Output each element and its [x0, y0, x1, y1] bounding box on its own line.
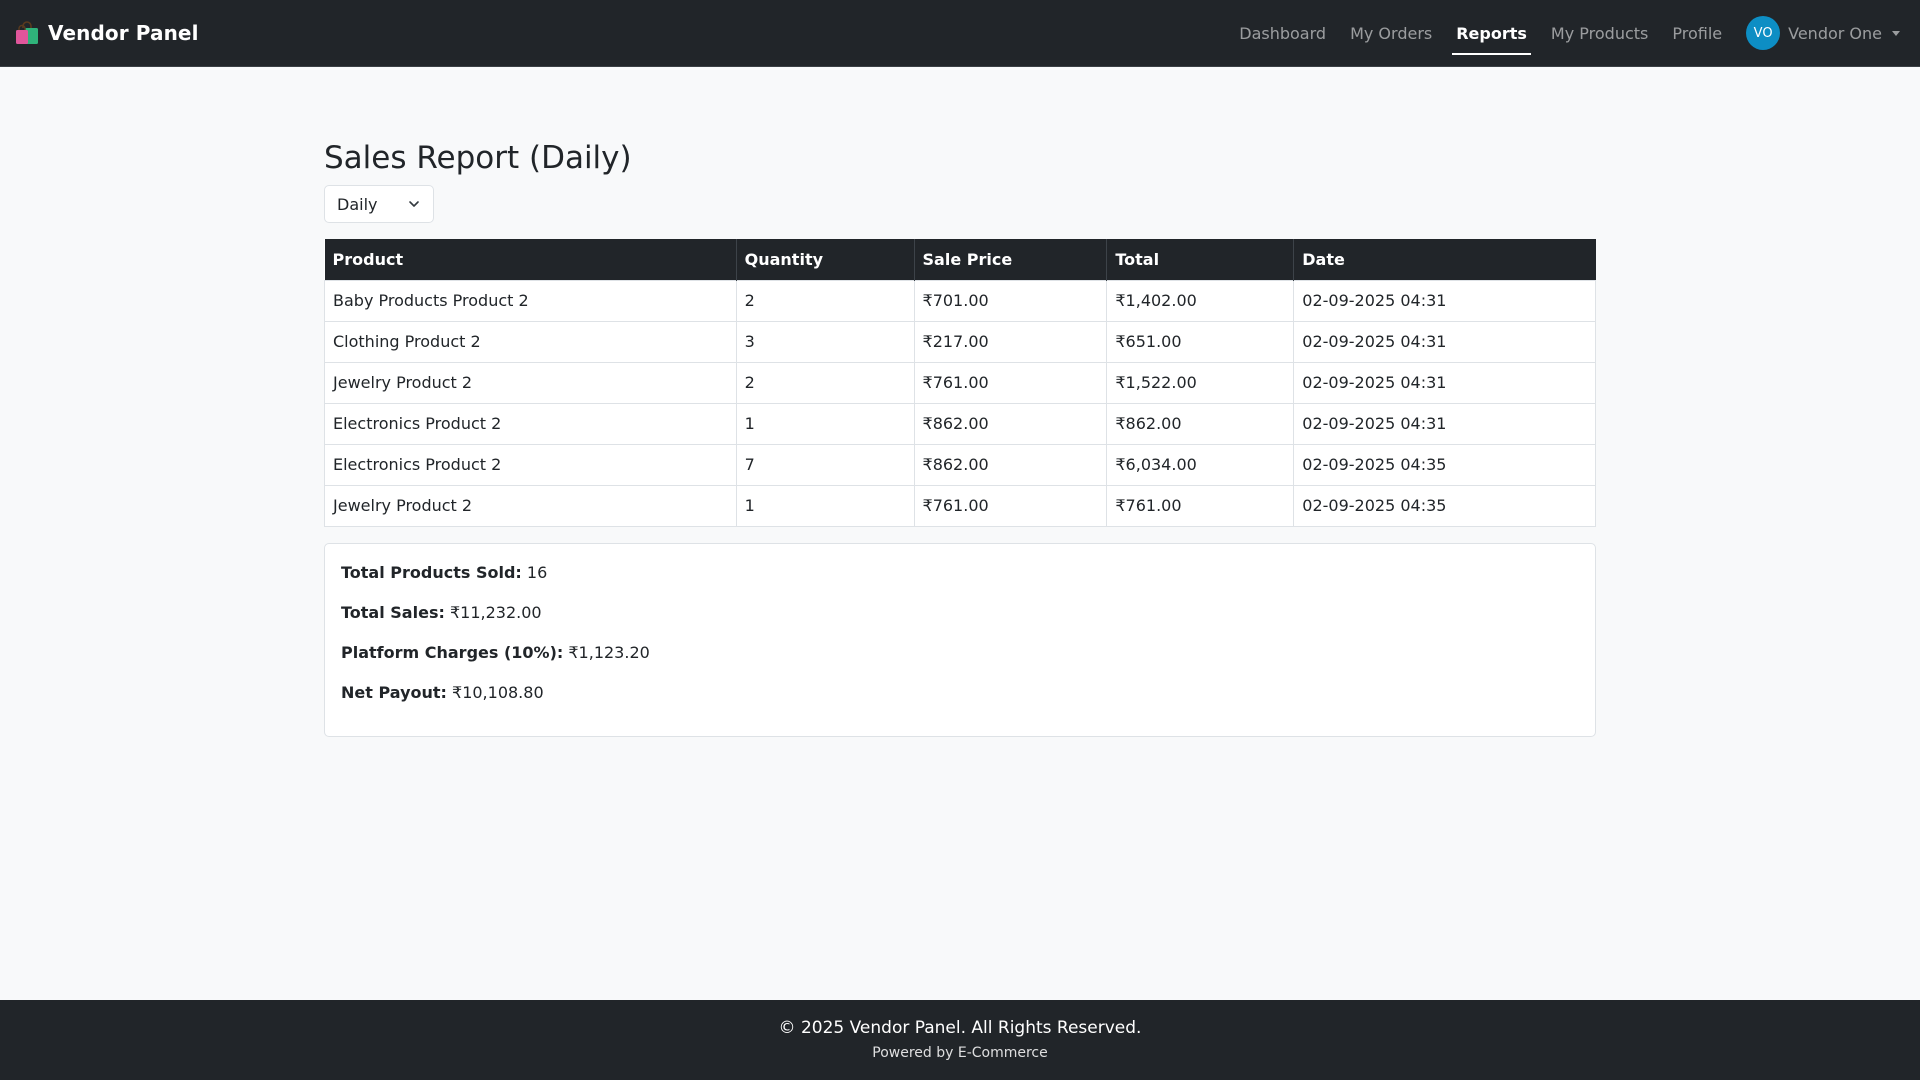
header-quantity: Quantity [736, 239, 915, 280]
main-content: Sales Report (Daily) Daily Product Quant… [324, 135, 1596, 737]
cell-sale-price: ₹761.00 [913, 484, 1108, 527]
cell-date: 02-09-2025 04:31 [1293, 402, 1596, 445]
cell-sale-price: ₹862.00 [913, 443, 1108, 486]
caret-down-icon [1892, 30, 1900, 36]
cell-quantity: 2 [735, 279, 915, 322]
top-navbar: Vendor Panel Dashboard My Orders Reports… [0, 0, 1920, 67]
cell-sale-price: ₹761.00 [913, 361, 1108, 404]
user-menu[interactable]: VO Vendor One [1734, 16, 1900, 50]
cell-quantity: 3 [735, 320, 915, 363]
cell-date: 02-09-2025 04:35 [1293, 443, 1596, 486]
summary-total-sales-label: Total Sales: [341, 602, 445, 622]
table-row: Jewelry Product 2 1 ₹761.00 ₹761.00 02-0… [324, 484, 1596, 527]
period-select[interactable]: Daily [324, 185, 434, 223]
summary-net-payout-label: Net Payout: [341, 682, 447, 702]
cell-total: ₹651.00 [1106, 320, 1295, 363]
cell-product: Jewelry Product 2 [324, 484, 737, 527]
cell-sale-price: ₹862.00 [913, 402, 1108, 445]
summary-total-products-label: Total Products Sold: [341, 562, 522, 582]
table-row: Electronics Product 2 1 ₹862.00 ₹862.00 … [324, 402, 1596, 445]
table-row: Baby Products Product 2 2 ₹701.00 ₹1,402… [324, 279, 1596, 322]
main-nav: Dashboard My Orders Reports My Products … [1227, 0, 1900, 67]
summary-total-products-value: 16 [526, 562, 548, 582]
chevron-down-icon [409, 201, 419, 207]
cell-total: ₹1,522.00 [1106, 361, 1295, 404]
cell-product: Clothing Product 2 [324, 320, 737, 363]
cell-quantity: 1 [735, 484, 915, 527]
nav-my-products[interactable]: My Products [1539, 0, 1660, 67]
avatar: VO [1746, 16, 1781, 50]
cell-total: ₹1,402.00 [1106, 279, 1295, 322]
summary-total-products: Total Products Sold: 16 [341, 561, 1579, 601]
cell-product: Electronics Product 2 [324, 402, 737, 445]
cell-date: 02-09-2025 04:31 [1293, 320, 1596, 363]
cell-sale-price: ₹217.00 [913, 320, 1108, 363]
summary-net-payout: Net Payout: ₹10,108.80 [341, 681, 1579, 721]
shopping-bags-icon [16, 21, 38, 44]
sales-table: Product Quantity Sale Price Total Date B… [324, 239, 1596, 527]
nav-reports[interactable]: Reports [1444, 0, 1539, 67]
cell-quantity: 7 [735, 443, 915, 486]
cell-date: 02-09-2025 04:31 [1293, 361, 1596, 404]
header-date: Date [1293, 239, 1596, 280]
footer-powered-by: Powered by E-Commerce [872, 1045, 1048, 1061]
table-row: Jewelry Product 2 2 ₹761.00 ₹1,522.00 02… [324, 361, 1596, 404]
brand-title: Vendor Panel [48, 21, 199, 45]
summary-platform-charges-value: ₹1,123.20 [568, 642, 650, 662]
summary-total-sales-value: ₹11,232.00 [449, 602, 542, 622]
brand[interactable]: Vendor Panel [14, 20, 199, 46]
table-header-row: Product Quantity Sale Price Total Date [324, 239, 1596, 280]
nav-dashboard[interactable]: Dashboard [1227, 0, 1338, 67]
header-sale-price: Sale Price [914, 239, 1108, 280]
footer-copyright: © 2025 Vendor Panel. All Rights Reserved… [778, 1018, 1142, 1038]
cell-date: 02-09-2025 04:35 [1293, 484, 1596, 527]
nav-profile[interactable]: Profile [1660, 0, 1734, 67]
cell-product: Jewelry Product 2 [324, 361, 737, 404]
footer: © 2025 Vendor Panel. All Rights Reserved… [0, 1000, 1920, 1080]
page-title: Sales Report (Daily) [324, 140, 632, 176]
cell-total: ₹862.00 [1106, 402, 1295, 445]
user-name: Vendor One [1788, 23, 1882, 43]
header-product: Product [324, 239, 737, 280]
cell-sale-price: ₹701.00 [913, 279, 1108, 322]
cell-quantity: 1 [735, 402, 915, 445]
summary-platform-charges: Platform Charges (10%): ₹1,123.20 [341, 641, 1579, 681]
summary-card: Total Products Sold: 16 Total Sales: ₹11… [324, 542, 1596, 737]
cell-total: ₹761.00 [1106, 484, 1295, 527]
cell-date: 02-09-2025 04:31 [1293, 279, 1596, 322]
cell-product: Electronics Product 2 [324, 443, 737, 486]
cell-quantity: 2 [735, 361, 915, 404]
summary-platform-charges-label: Platform Charges (10%): [341, 642, 564, 662]
summary-total-sales: Total Sales: ₹11,232.00 [341, 601, 1579, 641]
table-row: Electronics Product 2 7 ₹862.00 ₹6,034.0… [324, 443, 1596, 486]
table-row: Clothing Product 2 3 ₹217.00 ₹651.00 02-… [324, 320, 1596, 363]
nav-my-orders[interactable]: My Orders [1338, 0, 1444, 67]
cell-total: ₹6,034.00 [1106, 443, 1295, 486]
header-total: Total [1106, 239, 1295, 280]
summary-net-payout-value: ₹10,108.80 [452, 682, 544, 702]
cell-product: Baby Products Product 2 [324, 279, 737, 322]
period-select-value: Daily [337, 194, 378, 214]
